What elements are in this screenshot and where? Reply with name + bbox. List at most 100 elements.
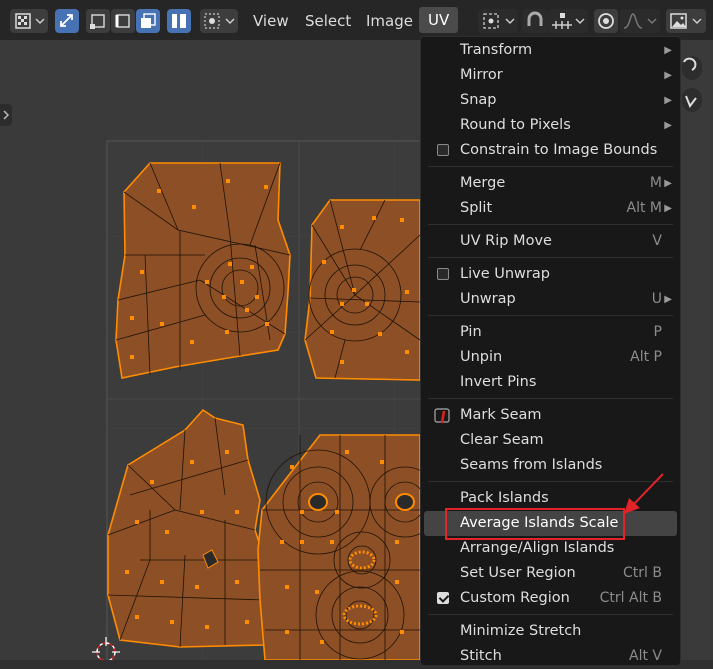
menu-item-label: Unwrap bbox=[460, 291, 516, 307]
menu-item-custom-region[interactable]: Custom Region Ctrl Alt B bbox=[421, 586, 680, 611]
edge-select-mode[interactable] bbox=[111, 9, 135, 33]
magnet-icon bbox=[527, 11, 543, 26]
image-icon bbox=[670, 13, 702, 29]
menu-separator bbox=[428, 614, 673, 615]
menu-item-shortcut: Alt M bbox=[626, 200, 663, 216]
menu-item-label: Snap bbox=[460, 92, 497, 108]
menu-item-label: Split bbox=[460, 200, 493, 216]
vertex-mode-icon bbox=[90, 14, 105, 29]
menu-item-minimize-stretch[interactable]: Minimize Stretch bbox=[421, 619, 680, 644]
menu-item-label: Live Unwrap bbox=[460, 266, 550, 282]
menu-item-uv-rip-move[interactable]: UV Rip Move V bbox=[421, 229, 680, 254]
image-editor-icon bbox=[15, 13, 45, 29]
menu-separator bbox=[428, 257, 673, 258]
menu-item-label: Constrain to Image Bounds bbox=[460, 142, 658, 158]
menu-item-label: Invert Pins bbox=[460, 374, 537, 390]
menu-item-live-unwrap[interactable]: Live Unwrap bbox=[421, 262, 680, 287]
vertex-select-mode[interactable] bbox=[86, 9, 110, 33]
menu-uv[interactable]: UV bbox=[419, 7, 459, 33]
island-mode-icon bbox=[172, 14, 186, 28]
menu-item-unwrap[interactable]: Unwrap U ▶ bbox=[421, 287, 680, 312]
menu-item-label: Minimize Stretch bbox=[460, 623, 582, 639]
snap-target-dropdown[interactable] bbox=[548, 9, 588, 33]
submenu-arrow-icon: ▶ bbox=[664, 95, 672, 106]
menu-separator bbox=[428, 166, 673, 167]
menu-item-shortcut: Alt V bbox=[629, 648, 662, 664]
menu-item-unpin[interactable]: Unpin Alt P bbox=[421, 345, 680, 370]
menu-item-shortcut: M bbox=[649, 175, 662, 191]
menu-item-split[interactable]: Split Alt M ▶ bbox=[421, 196, 680, 221]
menu-item-label: Pin bbox=[460, 324, 482, 340]
editor-header: View Select Image UV bbox=[0, 0, 713, 40]
edge-mode-icon bbox=[115, 14, 130, 28]
submenu-arrow-icon: ▶ bbox=[664, 120, 672, 131]
menu-item-shortcut: Alt P bbox=[630, 349, 662, 365]
menu-item-invert-pins[interactable]: Invert Pins bbox=[421, 370, 680, 395]
menu-item-label: Merge bbox=[460, 175, 506, 191]
menu-item-label: UV Rip Move bbox=[460, 233, 552, 249]
proportional-editing-toggle[interactable] bbox=[594, 9, 618, 33]
menu-item-label: Seams from Islands bbox=[460, 457, 603, 473]
annotation-highlight-box bbox=[445, 508, 625, 540]
falloff-curve-icon bbox=[623, 13, 657, 29]
sticky-selection-icon bbox=[204, 13, 235, 29]
menu-item-mark-seam[interactable]: Mark Seam bbox=[421, 403, 680, 428]
submenu-arrow-icon: ▶ bbox=[664, 203, 672, 214]
menu-item-shortcut: P bbox=[653, 324, 662, 340]
uv-island[interactable] bbox=[304, 199, 421, 381]
menu-item-pin[interactable]: Pin P bbox=[421, 320, 680, 345]
sync-selection-toggle[interactable] bbox=[55, 9, 79, 33]
menu-item-shortcut: Ctrl B bbox=[623, 565, 662, 581]
submenu-arrow-icon: ▶ bbox=[664, 294, 672, 305]
menu-item-label: Mirror bbox=[460, 67, 503, 83]
menu-select[interactable]: Select bbox=[305, 11, 351, 31]
menu-item-snap[interactable]: Snap ▶ bbox=[421, 88, 680, 113]
navigation-gizmo-icon[interactable] bbox=[682, 56, 702, 112]
menu-item-mirror[interactable]: Mirror ▶ bbox=[421, 63, 680, 88]
face-select-mode[interactable] bbox=[136, 9, 160, 33]
snap-increment-icon bbox=[552, 13, 585, 29]
menu-item-seams-from-islands[interactable]: Seams from Islands bbox=[421, 453, 680, 478]
menu-item-label: Custom Region bbox=[460, 590, 570, 606]
checkbox-unchecked[interactable] bbox=[437, 268, 449, 280]
image-browse-dropdown[interactable] bbox=[666, 9, 706, 33]
menu-item-label: Mark Seam bbox=[460, 407, 542, 423]
menu-item-stitch[interactable]: Stitch Alt V bbox=[421, 644, 680, 669]
editor-type-button[interactable] bbox=[10, 9, 48, 33]
menu-item-constrain-to-image-bounds[interactable]: Constrain to Image Bounds bbox=[421, 138, 680, 163]
submenu-arrow-icon: ▶ bbox=[664, 45, 672, 56]
menu-item-set-user-region[interactable]: Set User Region Ctrl B bbox=[421, 561, 680, 586]
menu-item-merge[interactable]: Merge M ▶ bbox=[421, 171, 680, 196]
menu-item-shortcut: Ctrl Alt B bbox=[599, 590, 662, 606]
submenu-arrow-icon: ▶ bbox=[664, 70, 672, 81]
menu-separator bbox=[428, 481, 673, 482]
menu-separator bbox=[428, 224, 673, 225]
proportional-edit-icon bbox=[598, 13, 614, 29]
island-select-mode[interactable] bbox=[167, 9, 191, 33]
snap-toggle[interactable] bbox=[522, 9, 548, 33]
menu-separator bbox=[428, 398, 673, 399]
menu-item-label: Set User Region bbox=[460, 565, 576, 581]
menu-item-label: Clear Seam bbox=[460, 432, 544, 448]
sync-arrows-icon bbox=[60, 14, 73, 27]
checkbox-checked[interactable] bbox=[437, 592, 449, 604]
falloff-dropdown[interactable] bbox=[620, 9, 660, 33]
sticky-selection-dropdown[interactable] bbox=[200, 9, 238, 33]
uv-menu-dropdown: Transform ▶ Mirror ▶ Snap ▶ Round to Pix… bbox=[420, 36, 681, 666]
menu-view[interactable]: View bbox=[253, 11, 289, 31]
pivot-point-dropdown[interactable] bbox=[478, 9, 518, 33]
menu-separator bbox=[428, 315, 673, 316]
menu-item-shortcut: U bbox=[651, 291, 662, 307]
pivot-point-icon bbox=[483, 13, 515, 29]
menu-item-round-to-pixels[interactable]: Round to Pixels ▶ bbox=[421, 113, 680, 138]
menu-item-transform[interactable]: Transform ▶ bbox=[421, 38, 680, 63]
menu-image[interactable]: Image bbox=[366, 11, 413, 31]
menu-item-label: Round to Pixels bbox=[460, 117, 571, 133]
menu-item-label: Transform bbox=[460, 42, 533, 58]
face-mode-icon bbox=[141, 13, 156, 28]
menu-item-label: Stitch bbox=[460, 648, 502, 664]
checkbox-unchecked[interactable] bbox=[437, 144, 449, 156]
menu-item-label: Unpin bbox=[460, 349, 503, 365]
menu-item-shortcut: V bbox=[652, 233, 662, 249]
menu-item-clear-seam[interactable]: Clear Seam bbox=[421, 428, 680, 453]
